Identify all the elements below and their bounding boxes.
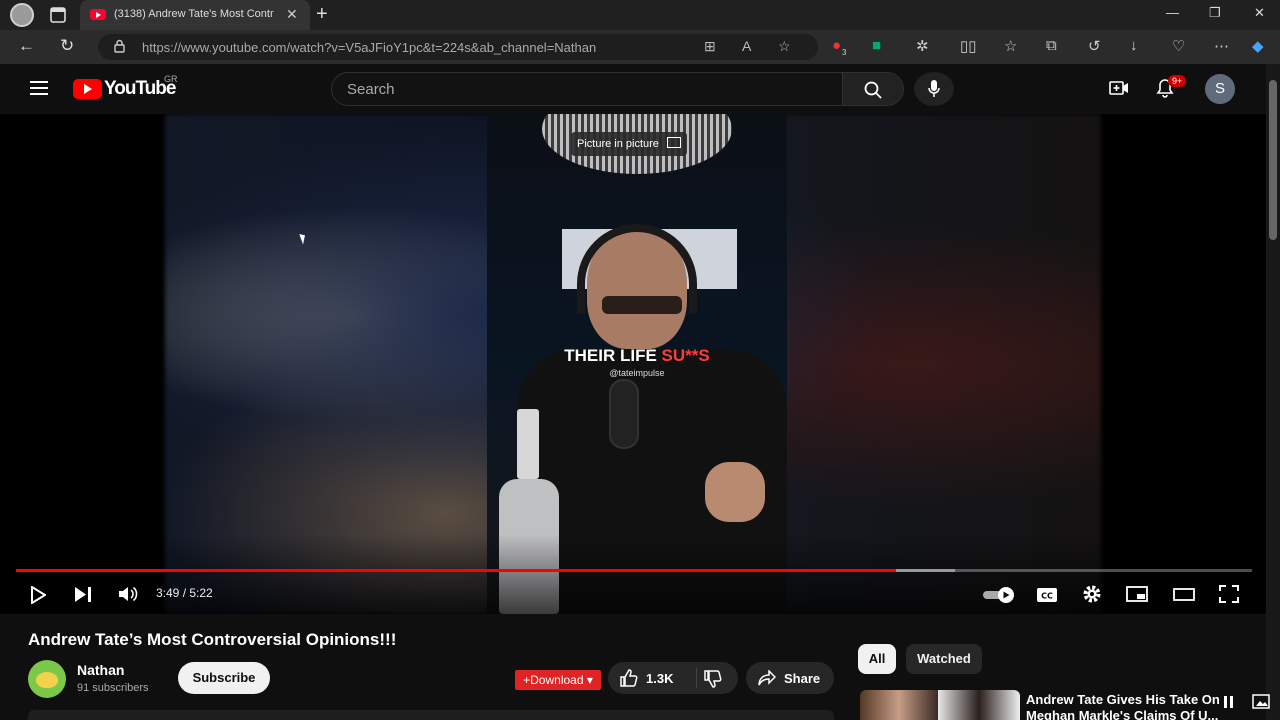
share-label: Share xyxy=(784,671,821,686)
read-aloud-icon[interactable]: A xyxy=(742,38,751,54)
play-icon[interactable] xyxy=(30,586,46,604)
extension-icon[interactable]: ■ xyxy=(872,37,881,54)
subtitles-cc-icon[interactable]: CC xyxy=(1036,587,1058,603)
extensions-puzzle-icon[interactable]: ✲ xyxy=(916,37,929,55)
voice-search-button[interactable] xyxy=(914,72,954,106)
like-count[interactable]: 1.3K xyxy=(646,671,673,686)
search-placeholder: Search xyxy=(347,81,395,98)
notification-badge: 9+ xyxy=(1168,75,1187,87)
user-avatar[interactable]: S xyxy=(1205,74,1235,104)
miniplayer-icon[interactable] xyxy=(1126,586,1148,602)
create-video-icon[interactable] xyxy=(1109,80,1129,96)
like-thumb-icon[interactable] xyxy=(620,669,638,687)
browser-profile-icon[interactable] xyxy=(10,3,34,27)
progress-bar[interactable] xyxy=(16,569,1252,572)
extension-adblock-icon[interactable]: ● xyxy=(832,37,841,54)
window-close-icon[interactable]: ✕ xyxy=(1254,5,1265,21)
search-button[interactable] xyxy=(842,72,904,106)
pip-tooltip: Picture in picture xyxy=(571,132,687,156)
tab-close-icon[interactable]: ✕ xyxy=(286,6,298,23)
copilot-icon[interactable]: ◆ xyxy=(1252,37,1264,55)
maximize-icon[interactable]: ❐ xyxy=(1209,5,1221,21)
controls-gradient xyxy=(0,534,1266,614)
hamburger-menu-icon[interactable] xyxy=(30,81,48,95)
share-button[interactable]: Share xyxy=(746,662,834,694)
back-icon[interactable]: ← xyxy=(18,36,35,56)
extension-badge: 3 xyxy=(842,48,847,57)
recommended-thumbnail[interactable] xyxy=(860,690,938,720)
performance-icon[interactable]: ♡ xyxy=(1172,37,1185,55)
download-button[interactable]: +Download ▾ xyxy=(515,670,601,690)
collections-icon[interactable]: ⧉ xyxy=(1046,37,1057,54)
like-divider xyxy=(696,668,697,688)
floating-pause-icon[interactable] xyxy=(1220,688,1276,716)
download-label: Download xyxy=(530,673,584,687)
bottle-neck xyxy=(517,409,539,479)
video-caption: THEIR LIFE SU**S xyxy=(487,346,787,366)
video-title: Andrew Tate’s Most Controversial Opinion… xyxy=(28,630,397,649)
time-display: 3:49 / 5:22 xyxy=(156,586,213,600)
split-screen-icon[interactable]: ▯▯ xyxy=(960,37,977,55)
description-box[interactable] xyxy=(28,710,834,720)
settings-more-icon[interactable]: ⋯ xyxy=(1214,37,1229,55)
recommended-title[interactable]: Andrew Tate Gives His Take On Meghan Mar… xyxy=(1026,692,1221,720)
pip-tooltip-icon xyxy=(666,137,681,148)
channel-avatar[interactable] xyxy=(28,660,66,698)
downloads-icon[interactable]: ↓ xyxy=(1130,37,1138,54)
new-tab-icon[interactable]: + xyxy=(316,3,328,26)
minimize-icon[interactable]: — xyxy=(1166,5,1179,20)
caption-red-text: SU**S xyxy=(661,346,710,365)
browser-tab-active[interactable]: (3138) Andrew Tate's Most Contr ✕ xyxy=(80,0,310,30)
autoplay-toggle-icon[interactable] xyxy=(982,586,1016,604)
video-details: Andrew Tate’s Most Controversial Opinion… xyxy=(0,614,1266,720)
recommended-thumbnail-part[interactable] xyxy=(938,690,1020,720)
subscriber-count: 91 subscribers xyxy=(77,682,149,694)
pip-tooltip-text: Picture in picture xyxy=(577,138,659,150)
history-icon[interactable]: ↺ xyxy=(1088,37,1101,55)
subscribe-button[interactable]: Subscribe xyxy=(178,662,270,694)
search-icon xyxy=(864,81,882,99)
refresh-icon[interactable]: ↻ xyxy=(60,36,74,56)
app-available-icon[interactable]: ⊞ xyxy=(704,38,716,55)
browser-tab-strip: (3138) Andrew Tate's Most Contr ✕ + — ❐ … xyxy=(0,0,1280,30)
favorites-icon[interactable]: ☆ xyxy=(1004,37,1017,55)
browser-toolbar: ← ↻ https://www.youtube.com/watch?v=V5aJ… xyxy=(0,30,1280,64)
chip-all[interactable]: All xyxy=(858,644,896,674)
volume-icon[interactable] xyxy=(118,585,138,603)
tab-title: (3138) Andrew Tate's Most Contr xyxy=(114,8,274,20)
youtube-logo-icon[interactable] xyxy=(73,79,102,99)
next-icon[interactable] xyxy=(74,586,92,603)
lock-icon xyxy=(114,39,125,53)
settings-gear-icon[interactable] xyxy=(1082,584,1102,604)
scene-sunglasses xyxy=(602,296,682,314)
theater-mode-icon[interactable] xyxy=(1173,588,1195,601)
scene-hand xyxy=(705,462,765,522)
tab-actions-icon[interactable] xyxy=(48,5,68,25)
url-text: https://www.youtube.com/watch?v=V5aJFioY… xyxy=(142,40,597,55)
scrollbar-thumb[interactable] xyxy=(1269,80,1277,240)
dislike-thumb-icon[interactable] xyxy=(704,670,722,688)
share-arrow-icon xyxy=(758,670,776,686)
scene-microphone xyxy=(609,379,639,449)
channel-name[interactable]: Nathan xyxy=(77,662,124,678)
caption-white-text: THEIR LIFE xyxy=(564,346,662,365)
like-dislike-group: 1.3K xyxy=(608,662,738,694)
fullscreen-icon[interactable] xyxy=(1219,585,1239,603)
address-bar[interactable]: https://www.youtube.com/watch?v=V5aJFioY… xyxy=(98,34,818,60)
caption-watermark: @tateimpulse xyxy=(609,368,665,378)
country-code: GR xyxy=(164,74,178,84)
page-scrollbar[interactable] xyxy=(1266,64,1280,720)
video-player[interactable]: THEIR LIFE SU**S @tateimpulse Picture in… xyxy=(0,114,1266,614)
progress-played xyxy=(16,569,897,572)
chip-watched[interactable]: Watched xyxy=(906,644,982,674)
youtube-favicon-icon xyxy=(90,9,106,20)
youtube-header: YouTube GR Search 9+ S xyxy=(0,64,1266,114)
svg-text:CC: CC xyxy=(1041,592,1053,601)
search-input[interactable]: Search xyxy=(331,72,843,106)
favorite-star-icon[interactable]: ☆ xyxy=(778,38,791,55)
microphone-icon xyxy=(928,80,940,97)
